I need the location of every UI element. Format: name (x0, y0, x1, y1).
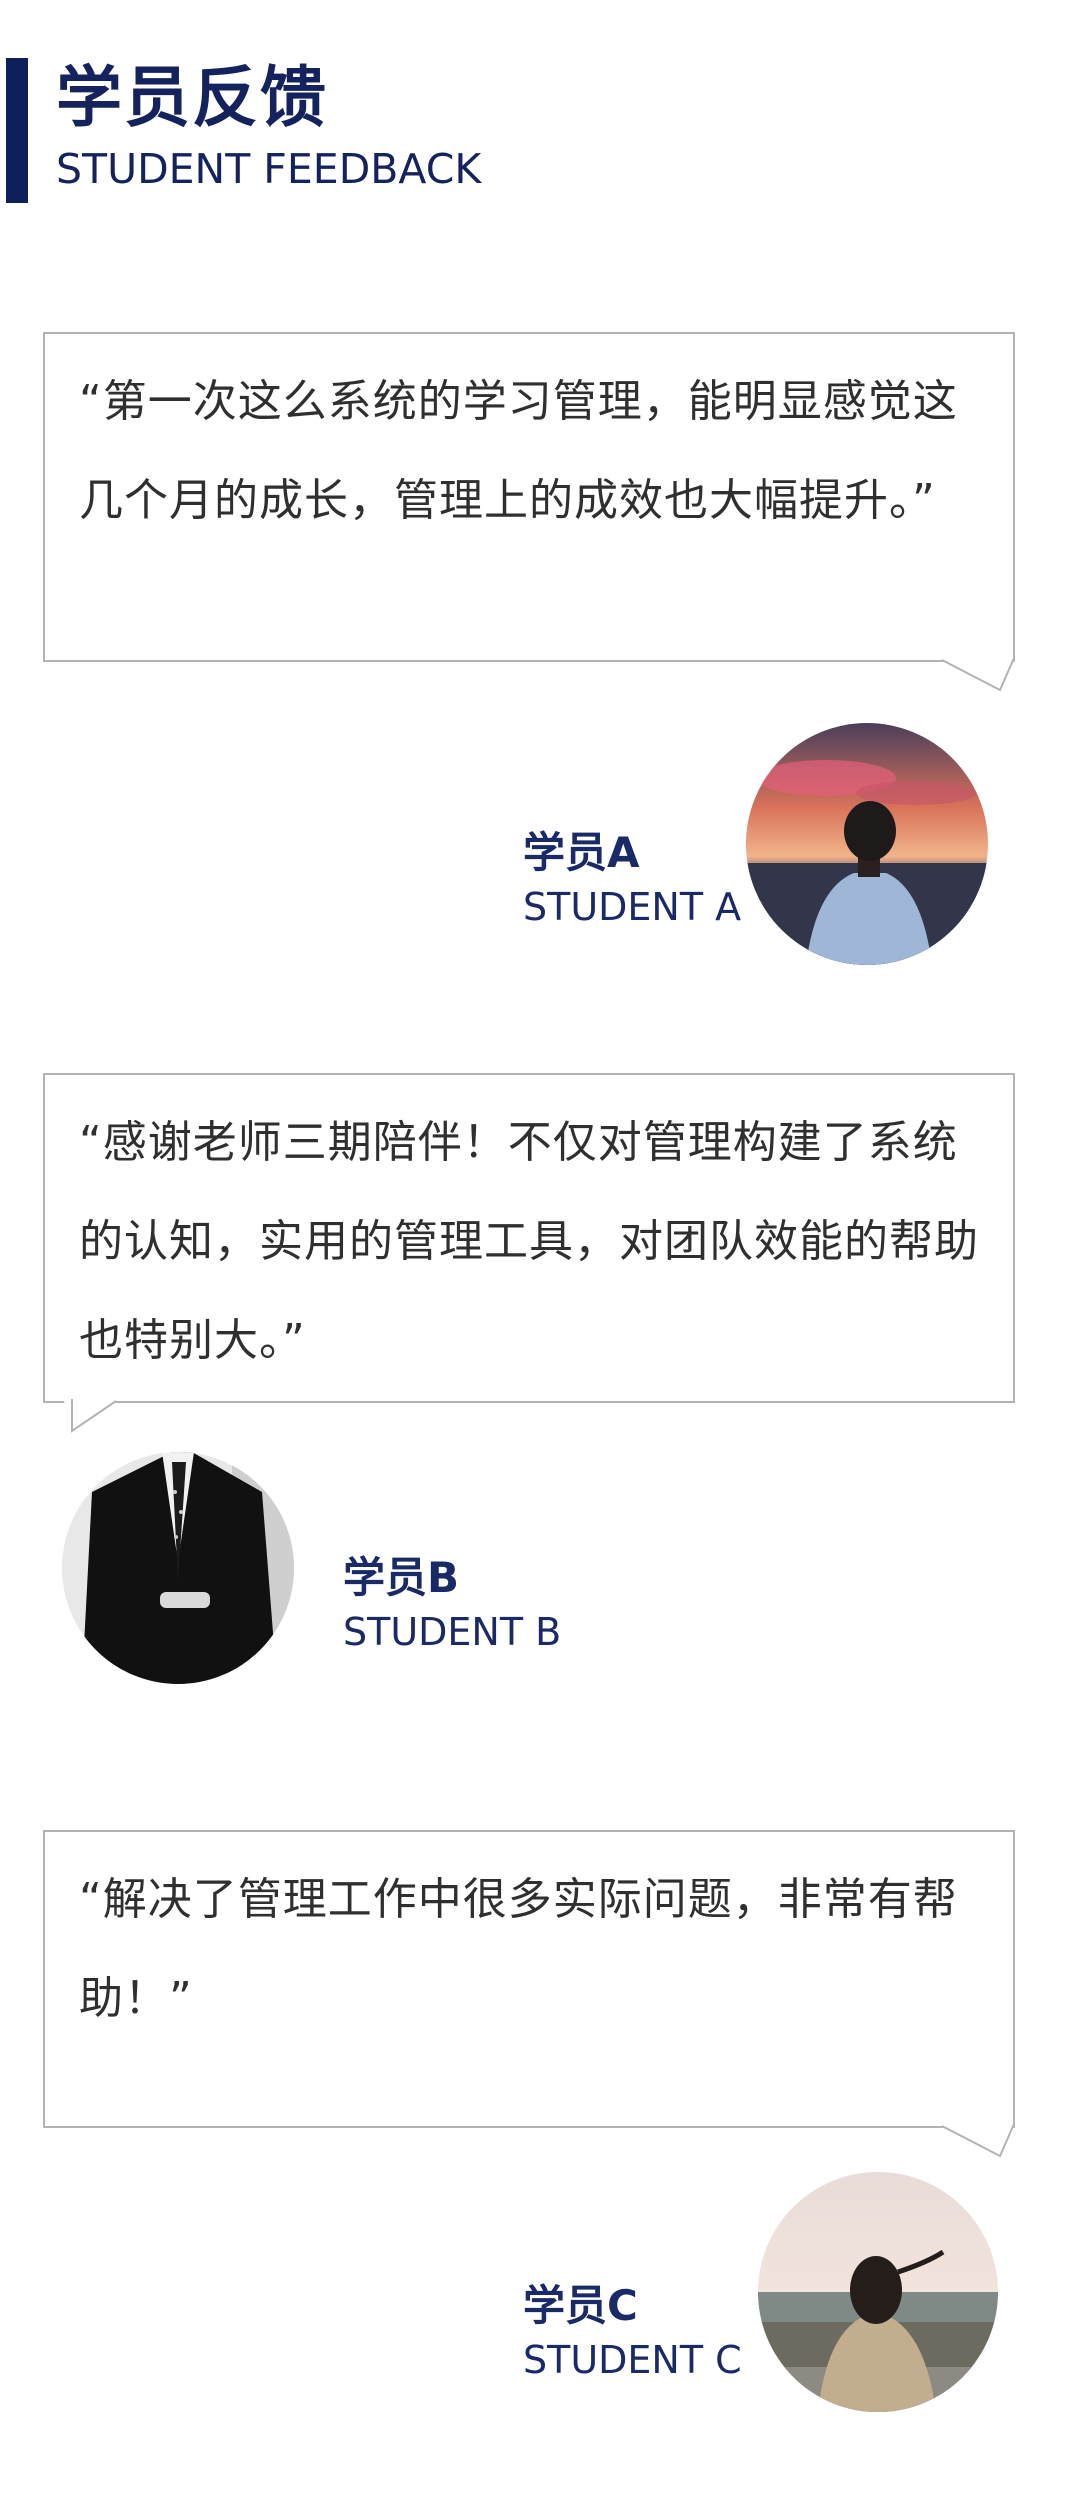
avatar-student-a (746, 723, 988, 965)
page-subtitle: STUDENT FEEDBACK (56, 145, 482, 193)
student-c-info: 学员C STUDENT C (523, 2278, 742, 2386)
feedback-quote: “解决了管理工作中很多实际问题，非常有帮助！” (79, 1874, 958, 2024)
bubble-tail-b (64, 1399, 117, 1433)
feedback-bubble-b: “感谢老师三期陪伴！不仅对管理构建了系统的认知，实用的管理工具，对团队效能的帮助… (43, 1073, 1015, 1403)
student-a-info: 学员A STUDENT A (523, 825, 741, 933)
student-name-en: STUDENT B (343, 1610, 562, 1654)
bubble-tail-a (942, 658, 1015, 692)
student-name: 学员A (523, 828, 640, 877)
student-name: 学员B (343, 1553, 460, 1602)
page-title: 学员反馈 (56, 59, 328, 136)
bubble-tail-c (942, 2124, 1015, 2158)
avatar-student-b (62, 1452, 294, 1684)
header-accent-bar (6, 58, 28, 203)
avatar-student-c (758, 2172, 998, 2412)
feedback-bubble-a: “第一次这么系统的学习管理，能明显感觉这几个月的成长，管理上的成效也大幅提升。” (43, 332, 1015, 662)
feedback-bubble-c: “解决了管理工作中很多实际问题，非常有帮助！” (43, 1830, 1015, 2128)
feedback-quote: “感谢老师三期陪伴！不仅对管理构建了系统的认知，实用的管理工具，对团队效能的帮助… (79, 1117, 979, 1366)
student-name: 学员C (523, 2281, 638, 2330)
student-name-en: STUDENT A (523, 885, 742, 929)
feedback-quote: “第一次这么系统的学习管理，能明显感觉这几个月的成长，管理上的成效也大幅提升。” (79, 376, 958, 526)
student-b-info: 学员B STUDENT B (343, 1550, 561, 1658)
student-name-en: STUDENT C (523, 2338, 742, 2382)
